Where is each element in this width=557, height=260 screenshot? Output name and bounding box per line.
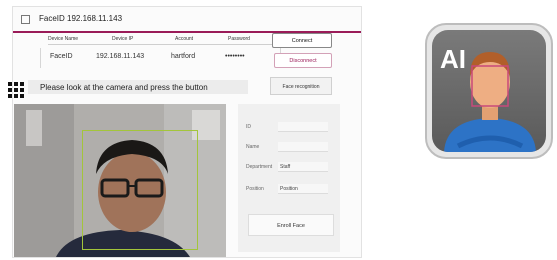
ai-face-logo-icon: AI <box>425 23 553 159</box>
grid-menu-icon[interactable] <box>8 82 24 98</box>
id-label: ID <box>246 124 251 130</box>
enroll-button[interactable]: Enroll Face <box>248 214 334 236</box>
password-field[interactable]: •••••••• <box>225 53 245 60</box>
ai-face-logo: AI <box>424 22 554 160</box>
header-password: Password <box>228 36 250 42</box>
window-icon <box>21 15 30 24</box>
device-name-field[interactable]: FaceID <box>50 53 73 60</box>
prompt-text: Please look at the camera and press the … <box>40 83 208 92</box>
header-account: Account <box>175 36 194 42</box>
department-field[interactable]: Staff <box>278 162 328 172</box>
position-label: Position <box>246 186 264 192</box>
name-field[interactable] <box>278 142 328 152</box>
face-recognition-button[interactable]: Face recognition <box>270 77 332 95</box>
position-field[interactable]: Position <box>278 184 328 194</box>
connect-button[interactable]: Connect <box>272 33 332 48</box>
face-detection-box <box>82 130 198 250</box>
device-ip-field[interactable]: 192.168.11.143 <box>96 53 144 60</box>
ai-text: AI <box>440 44 466 74</box>
name-label: Name <box>246 144 260 150</box>
row-border-left <box>40 48 41 68</box>
header-device-name: Device Name <box>48 36 79 42</box>
id-field[interactable] <box>278 122 328 132</box>
header-divider <box>48 44 278 45</box>
window-title: FaceID 192.168.11.143 <box>39 14 123 23</box>
header-device-ip: Device IP <box>112 36 134 42</box>
account-field[interactable]: hartford <box>171 53 195 60</box>
department-label: Department <box>246 164 273 170</box>
disconnect-button[interactable]: Disconnect <box>274 53 332 68</box>
camera-preview <box>14 104 226 257</box>
title-bar: FaceID 192.168.11.143 <box>13 7 361 33</box>
